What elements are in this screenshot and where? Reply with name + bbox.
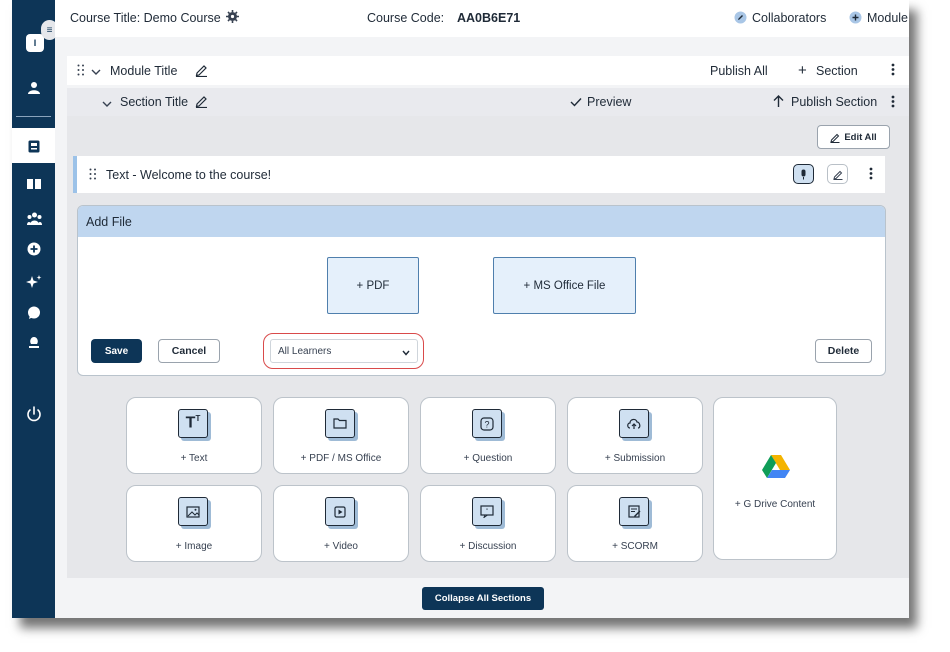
chevron-down-icon[interactable]: [91, 65, 101, 79]
add-image-label: + Image: [175, 541, 213, 552]
add-circle-icon[interactable]: [26, 241, 42, 257]
audio-button[interactable]: [793, 164, 814, 184]
top-bar: Course Title: Demo Course Course Code: A…: [55, 0, 909, 37]
section-more-icon[interactable]: [891, 95, 895, 111]
delete-button[interactable]: Delete: [815, 339, 872, 363]
publish-section-button[interactable]: Publish Section: [791, 95, 877, 109]
gear-icon[interactable]: [226, 10, 239, 26]
chat-icon[interactable]: [26, 305, 42, 321]
add-module-icon[interactable]: [849, 11, 862, 27]
add-file-panel: Add File + PDF + MS Office File Save Can…: [77, 205, 886, 376]
sidebar: I ≡: [12, 0, 58, 618]
add-ms-office-option[interactable]: + MS Office File: [493, 257, 636, 314]
text-type-icon: TT: [178, 409, 208, 438]
edit-pencil-icon: [832, 170, 842, 180]
question-icon: ?: [472, 409, 502, 438]
add-video-label: + Video: [323, 541, 358, 552]
svg-text:?: ?: [484, 419, 489, 429]
plus-icon: +: [798, 62, 807, 79]
publish-all-button[interactable]: Publish All: [710, 64, 768, 78]
add-submission-label: + Submission: [604, 453, 666, 464]
edit-all-button[interactable]: Edit All: [817, 125, 890, 149]
module-more-icon[interactable]: [891, 63, 895, 79]
add-submission-card[interactable]: + Submission: [567, 397, 703, 474]
course-title: Course Title: Demo Course: [70, 11, 221, 25]
text-drag-handle-icon[interactable]: [89, 168, 97, 183]
add-file-title: Add File: [86, 215, 132, 229]
edit-section-icon[interactable]: [195, 94, 208, 111]
sparkle-icon[interactable]: [26, 274, 42, 290]
cancel-button[interactable]: Cancel: [158, 339, 220, 363]
section-row: Section Title Preview Publish Section: [67, 88, 909, 116]
add-file-header: Add File: [78, 206, 885, 237]
image-icon: [178, 497, 208, 526]
module-title: Module Title: [110, 64, 178, 78]
folder-icon: [325, 409, 355, 438]
preview-button[interactable]: Preview: [587, 95, 631, 109]
add-question-label: + Question: [463, 453, 513, 464]
arrow-up-icon: [773, 95, 784, 110]
add-scorm-label: + SCORM: [612, 541, 658, 552]
edit-text-button[interactable]: [827, 164, 848, 184]
video-icon: [325, 497, 355, 526]
avatar[interactable]: I: [26, 34, 44, 52]
save-button[interactable]: Save: [91, 339, 142, 363]
add-gdrive-label: + G Drive Content: [734, 499, 816, 510]
cloud-upload-icon: [619, 409, 649, 438]
add-pdf-option[interactable]: + PDF: [327, 257, 419, 314]
drag-handle-icon[interactable]: [77, 64, 85, 79]
collaborators-button[interactable]: Collaborators: [752, 11, 826, 25]
content-item-text[interactable]: Text - Welcome to the course!: [73, 156, 885, 193]
add-text-card[interactable]: TT + Text: [126, 397, 262, 474]
section-chevron-down-icon[interactable]: [102, 97, 112, 111]
add-module-button[interactable]: Module: [867, 11, 908, 25]
microphone-icon: [801, 169, 806, 179]
add-question-card[interactable]: ? + Question: [420, 397, 556, 474]
app-frame: I ≡ Course Title: Demo Course Course Cod…: [12, 0, 909, 618]
add-pdf-office-label: + PDF / MS Office: [300, 453, 382, 464]
edit-all-icon: [830, 133, 840, 143]
collapse-all-sections-button[interactable]: Collapse All Sections: [422, 587, 544, 610]
audience-selected-value: All Learners: [278, 346, 332, 357]
add-discussion-label: + Discussion: [459, 541, 517, 552]
add-discussion-card[interactable]: " + Discussion: [420, 485, 556, 562]
lamp-icon[interactable]: [26, 334, 42, 350]
edit-all-label: Edit All: [844, 131, 877, 143]
edit-module-icon[interactable]: [195, 63, 208, 80]
add-image-card[interactable]: + Image: [126, 485, 262, 562]
power-icon[interactable]: [25, 405, 43, 423]
module-row: Module Title Publish All + Section: [67, 56, 909, 85]
add-text-label: + Text: [180, 453, 208, 464]
course-code: AA0B6E71: [457, 11, 521, 25]
scorm-icon: [619, 497, 649, 526]
course-code-label: Course Code:: [367, 11, 445, 25]
text-item-title: Text - Welcome to the course!: [106, 168, 272, 182]
add-scorm-card[interactable]: + SCORM: [567, 485, 703, 562]
google-drive-icon: [762, 454, 790, 483]
check-icon: [570, 96, 582, 110]
sidebar-divider: [16, 116, 51, 117]
add-pdf-office-card[interactable]: + PDF / MS Office: [273, 397, 409, 474]
svg-text:": ": [486, 509, 488, 515]
add-video-card[interactable]: + Video: [273, 485, 409, 562]
user-icon[interactable]: [26, 80, 42, 96]
discussion-icon: ": [472, 497, 502, 526]
gradebook-icon[interactable]: [26, 138, 42, 154]
add-gdrive-card[interactable]: + G Drive Content: [713, 397, 837, 560]
add-section-button[interactable]: Section: [816, 64, 858, 78]
select-chevron-down-icon: [402, 348, 410, 359]
people-icon[interactable]: [26, 210, 42, 226]
book-icon[interactable]: [26, 176, 42, 192]
section-title: Section Title: [120, 95, 189, 109]
audience-select[interactable]: All Learners: [270, 339, 418, 363]
collaborators-icon[interactable]: [734, 11, 747, 27]
text-more-icon[interactable]: [869, 167, 873, 183]
